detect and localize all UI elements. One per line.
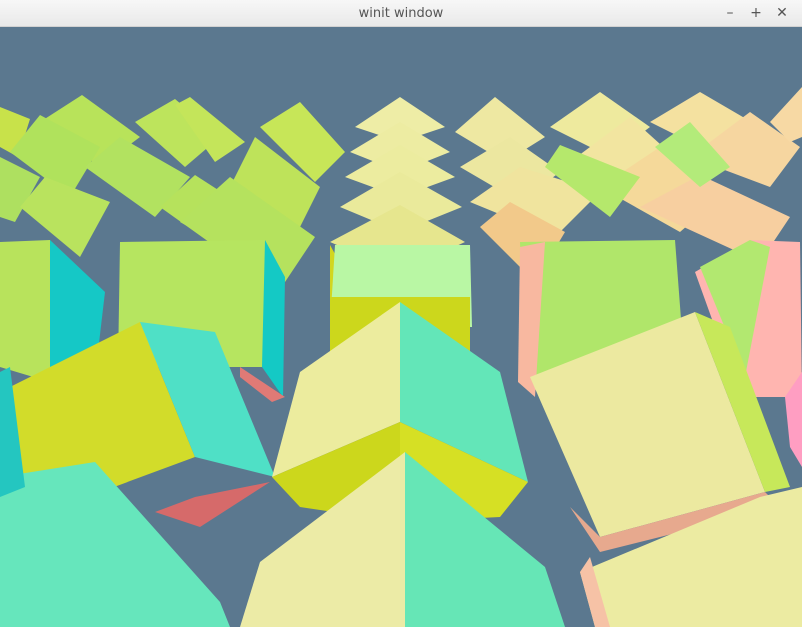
window-controls: – + ✕: [722, 4, 790, 22]
minimize-button[interactable]: –: [722, 4, 738, 22]
cube-scene: [0, 87, 802, 627]
app-window: winit window – + ✕: [0, 0, 802, 627]
cube-near-center: [240, 302, 565, 627]
close-button[interactable]: ✕: [774, 4, 790, 22]
cube: [0, 462, 230, 627]
cube: [155, 482, 270, 527]
cube: [0, 240, 50, 382]
window-title: winit window: [358, 6, 444, 21]
render-viewport[interactable]: [0, 27, 802, 627]
maximize-button[interactable]: +: [748, 4, 764, 22]
title-bar[interactable]: winit window – + ✕: [0, 0, 802, 27]
